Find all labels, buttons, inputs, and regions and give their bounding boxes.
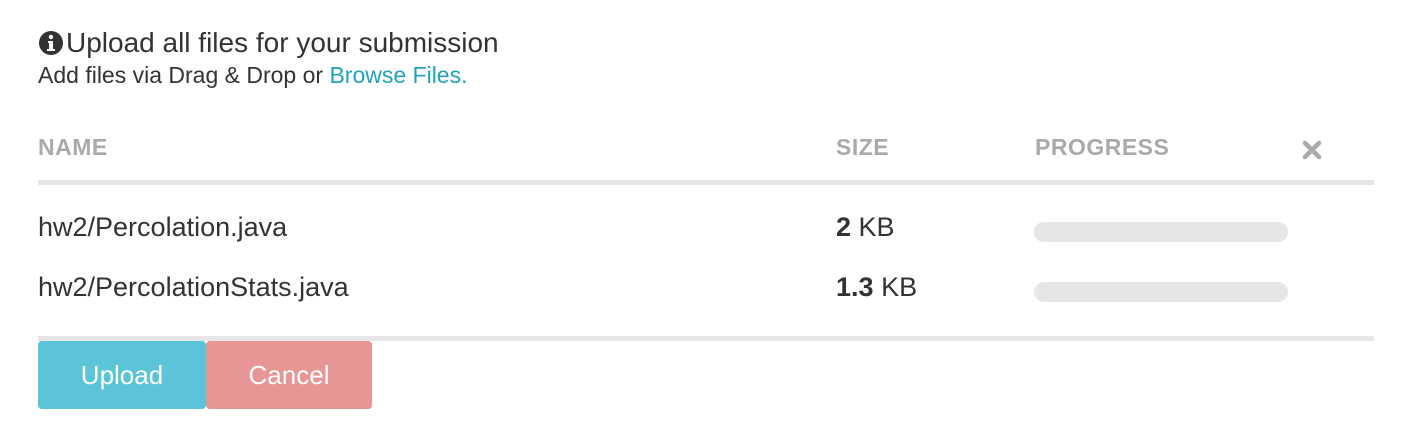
file-size-unit: KB [858, 212, 895, 242]
upload-title: Upload all files for your submission [66, 27, 499, 58]
file-size: 1.3 KB [836, 272, 917, 303]
upload-heading: Upload all files for your submission [38, 26, 1374, 60]
file-size-value: 2 [836, 212, 852, 242]
file-size-unit: KB [881, 272, 918, 302]
file-table-body: hw2/Percolation.java 2 KB hw2/Percolatio… [38, 185, 1374, 341]
close-icon[interactable] [1300, 138, 1324, 162]
upload-instructions-text: Add files via Drag & Drop or [38, 62, 330, 88]
file-size-value: 1.3 [836, 272, 874, 302]
table-row: hw2/Percolation.java 2 KB [38, 202, 1374, 262]
action-buttons: Upload Cancel [38, 341, 1374, 409]
column-header-progress: PROGRESS [1035, 134, 1170, 160]
file-table-header: NAME SIZE PROGRESS [38, 124, 1374, 185]
info-icon [39, 31, 63, 55]
upload-instructions: Add files via Drag & Drop or Browse File… [38, 60, 1374, 90]
column-header-size: SIZE [836, 134, 890, 160]
file-name: hw2/PercolationStats.java [38, 272, 349, 302]
file-size: 2 KB [836, 212, 895, 243]
column-header-name: NAME [38, 134, 108, 160]
upload-panel: Upload all files for your submission Add… [38, 26, 1374, 409]
upload-button[interactable]: Upload [38, 341, 206, 409]
progress-bar [1034, 282, 1288, 302]
cancel-button[interactable]: Cancel [206, 341, 372, 409]
progress-bar [1034, 222, 1288, 242]
table-row: hw2/PercolationStats.java 1.3 KB [38, 262, 1374, 322]
browse-files-link[interactable]: Browse Files. [329, 62, 467, 88]
file-name: hw2/Percolation.java [38, 212, 288, 242]
